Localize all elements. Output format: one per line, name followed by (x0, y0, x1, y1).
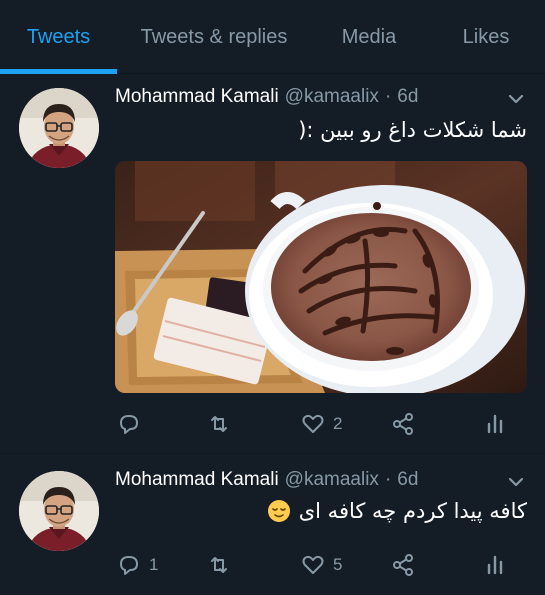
share-icon (393, 554, 413, 576)
share-button[interactable] (391, 550, 415, 580)
heart-icon (302, 555, 324, 574)
timestamp[interactable]: 6d (397, 469, 418, 491)
tweet-text-row: کافه پیدا کردم چه کافه ای (267, 499, 527, 523)
tweet-actions: 2 (115, 409, 527, 439)
share-icon (393, 413, 413, 435)
tweet-media-photo[interactable] (115, 161, 527, 393)
reply-button[interactable] (117, 409, 149, 439)
timestamp[interactable]: 6d (397, 86, 418, 108)
like-button[interactable]: 5 (301, 550, 342, 580)
separator-dot: · (384, 86, 392, 107)
tweet[interactable]: Mohammad Kamali @kamaalix · 6d کافه پیدا… (0, 455, 545, 595)
like-count: 5 (333, 555, 343, 574)
user-handle[interactable]: @kamaalix (285, 469, 379, 491)
retweet-icon (211, 557, 227, 573)
retweet-icon (211, 416, 227, 432)
user-handle[interactable]: @kamaalix (285, 86, 379, 108)
profile-tabs: Tweets Tweets & replies Media Likes (0, 0, 545, 74)
reply-icon (120, 556, 138, 575)
tweet-text: کافه پیدا کردم چه کافه ای (298, 499, 527, 523)
heart-icon (302, 414, 324, 433)
analytics-button[interactable] (483, 550, 507, 580)
reply-icon (120, 415, 138, 434)
tab-likes[interactable]: Likes (427, 0, 545, 74)
chevron-down-icon[interactable] (507, 90, 525, 108)
reply-count: 1 (149, 555, 159, 574)
tweet-text: شما شکلات داغ رو ببین :( (298, 118, 527, 142)
avatar[interactable] (19, 88, 99, 168)
display-name[interactable]: Mohammad Kamali (115, 86, 279, 108)
retweet-button[interactable] (207, 550, 239, 580)
tab-tweets-and-replies[interactable]: Tweets & replies (117, 0, 311, 74)
separator-dot: · (384, 469, 392, 490)
analytics-button[interactable] (483, 409, 507, 439)
tweet-header: Mohammad Kamali @kamaalix · 6d (115, 86, 418, 112)
analytics-icon (487, 555, 503, 575)
tab-media[interactable]: Media (311, 0, 427, 74)
relieved-face-emoji-icon (267, 500, 290, 522)
analytics-icon (487, 414, 503, 434)
chevron-down-icon[interactable] (507, 473, 525, 491)
like-count: 2 (333, 414, 343, 433)
reply-button[interactable]: 1 (117, 550, 158, 580)
display-name[interactable]: Mohammad Kamali (115, 469, 279, 491)
avatar[interactable] (19, 471, 99, 551)
tab-tweets[interactable]: Tweets (0, 0, 117, 74)
tweet-header: Mohammad Kamali @kamaalix · 6d (115, 469, 418, 495)
like-button[interactable]: 2 (301, 409, 342, 439)
tweet-actions: 1 5 (115, 550, 527, 580)
tweet[interactable]: Mohammad Kamali @kamaalix · 6d شما شکلات… (0, 74, 545, 454)
retweet-button[interactable] (207, 409, 239, 439)
share-button[interactable] (391, 409, 415, 439)
